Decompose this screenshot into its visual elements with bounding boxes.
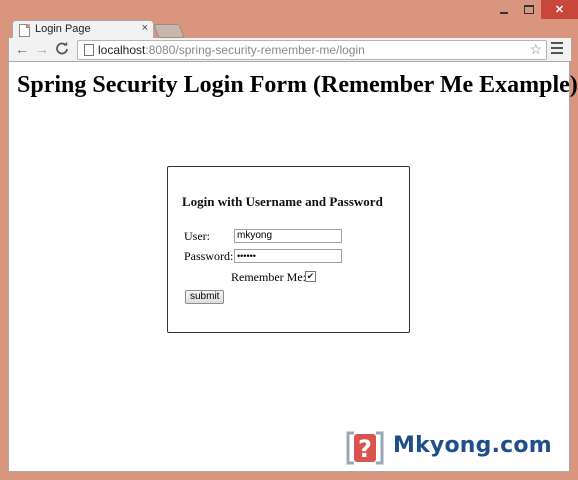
reload-icon-svg	[56, 41, 68, 55]
address-bar[interactable]: localhost:8080/spring-security-remember-…	[77, 40, 547, 60]
minimize-icon	[500, 11, 508, 14]
form-title: Login with Username and Password	[182, 194, 383, 209]
back-icon[interactable]: ←	[15, 41, 29, 57]
reload-icon[interactable]	[55, 41, 69, 58]
url-host: localhost	[98, 43, 146, 57]
window-close-button[interactable]: ✕	[541, 0, 578, 19]
maximize-button[interactable]	[517, 0, 541, 19]
browser-tab[interactable]: Login Page ×	[12, 20, 154, 39]
logo-question-icon: ?	[346, 431, 384, 465]
forward-icon[interactable]: →	[35, 41, 49, 57]
remember-me-checkbox[interactable]: ✔	[305, 271, 316, 282]
tab-title: Login Page	[35, 23, 91, 35]
minimize-button[interactable]	[491, 0, 517, 19]
page-icon	[84, 44, 94, 56]
browser-toolbar: ← → localhost:8080/spring-security-remem…	[8, 38, 572, 61]
login-form: Login with Username and Password User: m…	[167, 166, 410, 333]
close-icon: ✕	[554, 4, 565, 16]
svg-text:?: ?	[358, 435, 372, 463]
user-label: User:	[184, 229, 210, 243]
bookmark-star-icon[interactable]: ☆	[529, 41, 542, 58]
logo-text: Mkyong.com	[393, 433, 552, 458]
menu-icon[interactable]	[551, 42, 563, 57]
username-field[interactable]: mkyong	[234, 229, 342, 243]
close-icon[interactable]: ×	[142, 22, 148, 34]
page-icon	[19, 24, 30, 37]
maximize-icon	[524, 5, 534, 14]
submit-button[interactable]: submit	[185, 290, 225, 304]
url-text[interactable]: localhost:8080/spring-security-remember-…	[98, 43, 365, 57]
password-field[interactable]: ••••••	[234, 249, 342, 263]
remember-me-label: Remember Me:	[231, 270, 306, 284]
browser-window: Login Page × ✕ ← → localhost:8080/spring…	[0, 0, 578, 480]
page-viewport: Spring Security Login Form (Remember Me …	[8, 61, 578, 472]
password-label: Password:	[184, 249, 234, 263]
new-tab-button[interactable]	[153, 24, 185, 38]
url-path: :8080/spring-security-remember-me/login	[145, 43, 365, 57]
page-title: Spring Security Login Form (Remember Me …	[17, 72, 578, 98]
